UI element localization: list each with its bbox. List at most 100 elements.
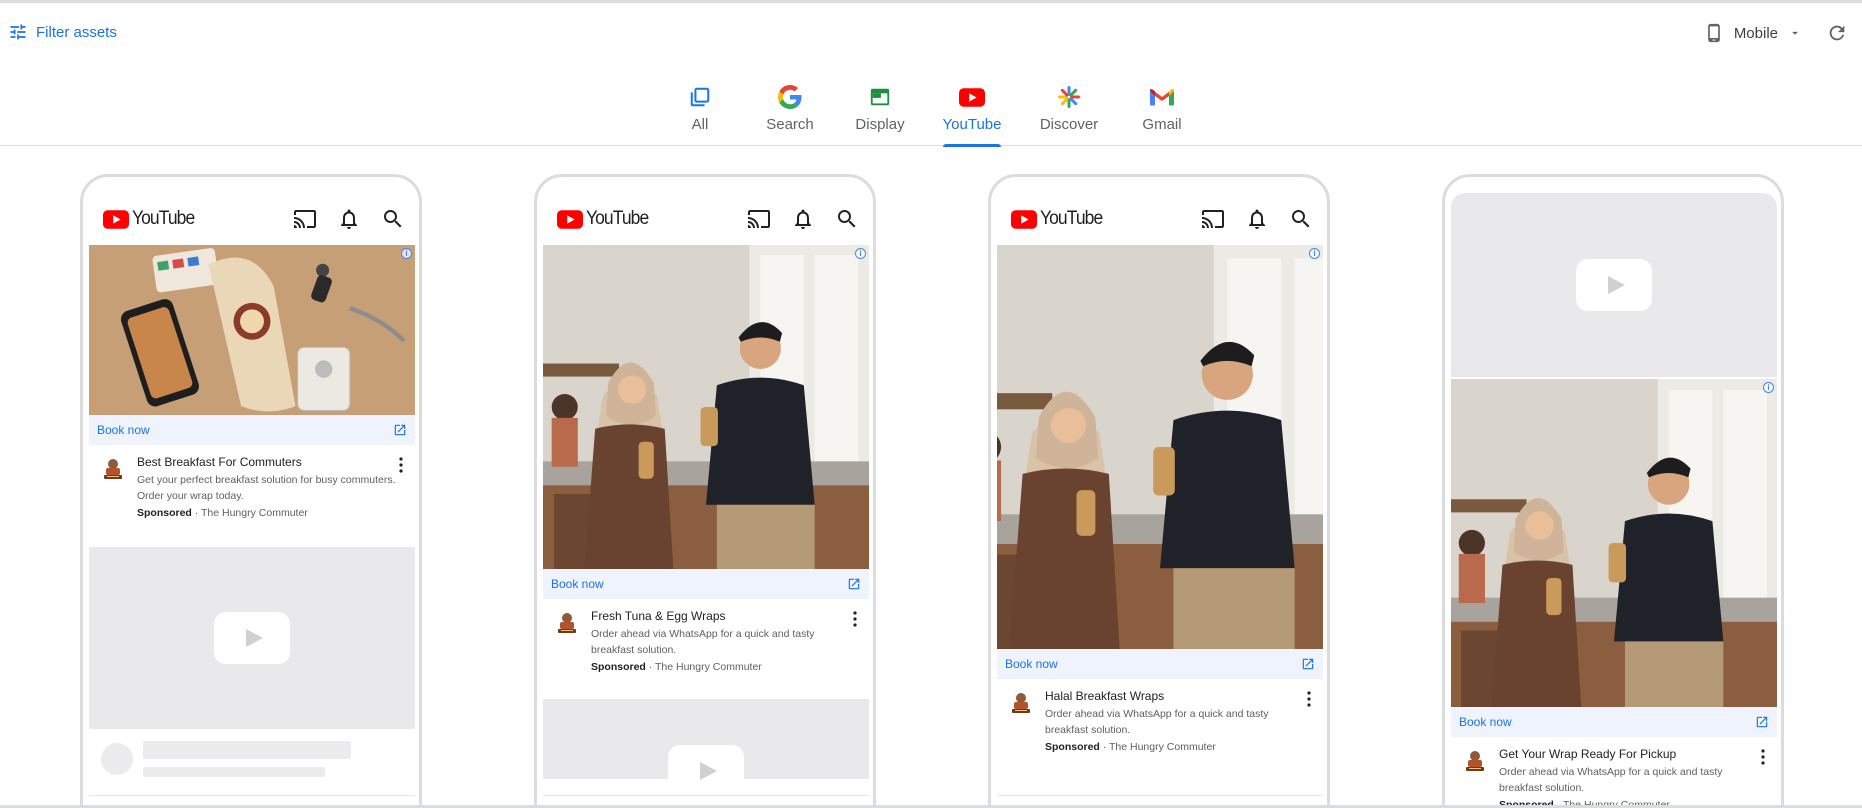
- top-divider: [0, 0, 1862, 3]
- phone-preview-2: YouTube i Book now Fresh Tuna & Egg Wrap…: [534, 174, 876, 808]
- ad-description: Get your perfect breakfast solution for …: [137, 474, 396, 502]
- youtube-wordmark: YouTube: [1040, 208, 1103, 229]
- ad-info-icon[interactable]: i: [1763, 382, 1774, 393]
- cast-icon[interactable]: [293, 207, 317, 231]
- youtube-logo: YouTube: [557, 208, 654, 230]
- youtube-icon: [959, 84, 985, 110]
- tab-discover-label: Discover: [1039, 116, 1099, 133]
- tab-display[interactable]: Display: [853, 78, 907, 146]
- search-icon[interactable]: [1289, 207, 1313, 231]
- ad-headline: Get Your Wrap Ready For Pickup: [1499, 747, 1677, 761]
- cta-bar[interactable]: Book now: [543, 569, 869, 599]
- youtube-app-bar: YouTube: [89, 193, 415, 245]
- cta-bar[interactable]: Book now: [1451, 707, 1777, 737]
- all-icon: [687, 84, 713, 110]
- tab-search[interactable]: Search: [766, 78, 814, 146]
- channel-tabs: All Search Display YouTube Discover Gmai…: [0, 78, 1862, 147]
- ad-description: Order ahead via WhatsApp for a quick and…: [1045, 708, 1269, 736]
- text-placeholder: [143, 767, 325, 777]
- open-in-new-icon: [1755, 715, 1769, 729]
- youtube-logo: YouTube: [1011, 208, 1108, 230]
- bell-icon[interactable]: [791, 207, 815, 231]
- ad-headline: Halal Breakfast Wraps: [1045, 689, 1165, 703]
- advertiser-logo: [99, 455, 127, 483]
- ad-description: Order ahead via WhatsApp for a quick and…: [591, 628, 815, 656]
- more-options-icon[interactable]: [1761, 749, 1765, 765]
- open-in-new-icon: [393, 423, 407, 437]
- filter-assets-button[interactable]: Filter assets: [8, 22, 117, 42]
- cta-bar[interactable]: Book now: [997, 649, 1323, 679]
- video-player-placeholder: [1451, 193, 1777, 377]
- ad-details: Fresh Tuna & Egg Wraps Order ahead via W…: [543, 599, 869, 695]
- phone-preview-4: i Book now Get Your Wrap Ready For Picku…: [1442, 174, 1784, 808]
- display-icon: [867, 84, 893, 110]
- refresh-icon[interactable]: [1826, 22, 1848, 44]
- ad-info-icon[interactable]: i: [401, 248, 412, 259]
- tab-gmail[interactable]: Gmail: [1141, 78, 1183, 146]
- ad-image[interactable]: i: [543, 245, 869, 569]
- search-icon[interactable]: [835, 207, 859, 231]
- phone-screen: YouTube i Book now Fresh Tuna & Egg Wrap…: [543, 193, 869, 808]
- advertiser-name: The Hungry Commuter: [1109, 741, 1216, 753]
- more-options-icon[interactable]: [1307, 691, 1311, 707]
- video-placeholder: [89, 547, 415, 729]
- ad-headline: Fresh Tuna & Egg Wraps: [591, 609, 726, 623]
- more-options-icon[interactable]: [399, 457, 403, 473]
- sponsored-line: Sponsored · The Hungry Commuter: [591, 661, 762, 673]
- dropdown-arrow-icon: [1792, 31, 1798, 35]
- ad-details: Halal Breakfast Wraps Order ahead via Wh…: [997, 679, 1323, 775]
- phone-preview-1: YouTube i Book now Best Breakfast For Co…: [80, 174, 422, 808]
- play-icon: [668, 745, 744, 797]
- advertiser-logo: [553, 609, 581, 637]
- open-in-new-icon: [847, 577, 861, 591]
- phone-screen: i Book now Get Your Wrap Ready For Picku…: [1451, 193, 1777, 808]
- play-icon: [1576, 259, 1652, 311]
- cta-label: Book now: [1005, 657, 1058, 671]
- search-icon[interactable]: [381, 207, 405, 231]
- tune-icon: [10, 24, 26, 40]
- bell-icon[interactable]: [337, 207, 361, 231]
- sponsored-label: Sponsored: [137, 507, 192, 519]
- sponsored-line: Sponsored · The Hungry Commuter: [137, 507, 308, 519]
- cta-label: Book now: [1459, 715, 1512, 729]
- tab-all[interactable]: All: [685, 78, 715, 146]
- cta-bar[interactable]: Book now: [89, 415, 415, 445]
- youtube-app-bar: YouTube: [997, 193, 1323, 245]
- youtube-wordmark: YouTube: [586, 208, 649, 229]
- discover-icon: [1056, 84, 1082, 110]
- cta-label: Book now: [97, 423, 150, 437]
- device-label: Mobile: [1733, 24, 1778, 42]
- youtube-icon: [557, 210, 583, 229]
- ad-image[interactable]: i: [1451, 379, 1777, 707]
- sponsored-label: Sponsored: [591, 661, 646, 673]
- tab-discover[interactable]: Discover: [1040, 78, 1098, 146]
- video-placeholder: [543, 699, 869, 797]
- sponsored-line: Sponsored · The Hungry Commuter: [1045, 741, 1216, 753]
- smartphone-icon: [1707, 23, 1720, 43]
- ad-image[interactable]: i: [89, 245, 415, 415]
- text-placeholder: [143, 741, 351, 759]
- cast-icon[interactable]: [1201, 207, 1225, 231]
- device-selector[interactable]: Mobile: [1704, 22, 1802, 44]
- gmail-icon: [1149, 84, 1175, 110]
- avatar-placeholder: [101, 743, 133, 775]
- advertiser-name: The Hungry Commuter: [201, 507, 308, 519]
- advertiser-logo: [1461, 747, 1489, 775]
- phone-preview-3: YouTube i Book now Halal Breakfast Wraps…: [988, 174, 1330, 808]
- placeholder-row: [89, 729, 415, 779]
- ad-details: Best Breakfast For Commuters Get your pe…: [89, 445, 415, 541]
- ad-info-icon[interactable]: i: [1309, 248, 1320, 259]
- tab-display-label: Display: [855, 116, 905, 133]
- tab-youtube[interactable]: YouTube: [943, 78, 1001, 147]
- open-in-new-icon: [1301, 657, 1315, 671]
- youtube-app-bar: YouTube: [543, 193, 869, 245]
- more-options-icon[interactable]: [853, 611, 857, 627]
- phone-screen: YouTube i Book now Best Breakfast For Co…: [89, 193, 415, 808]
- ad-image[interactable]: i: [997, 245, 1323, 649]
- play-icon: [214, 612, 290, 664]
- youtube-icon: [1011, 210, 1037, 229]
- bell-icon[interactable]: [1245, 207, 1269, 231]
- cast-icon[interactable]: [747, 207, 771, 231]
- ad-description: Order ahead via WhatsApp for a quick and…: [1499, 766, 1723, 794]
- ad-info-icon[interactable]: i: [855, 248, 866, 259]
